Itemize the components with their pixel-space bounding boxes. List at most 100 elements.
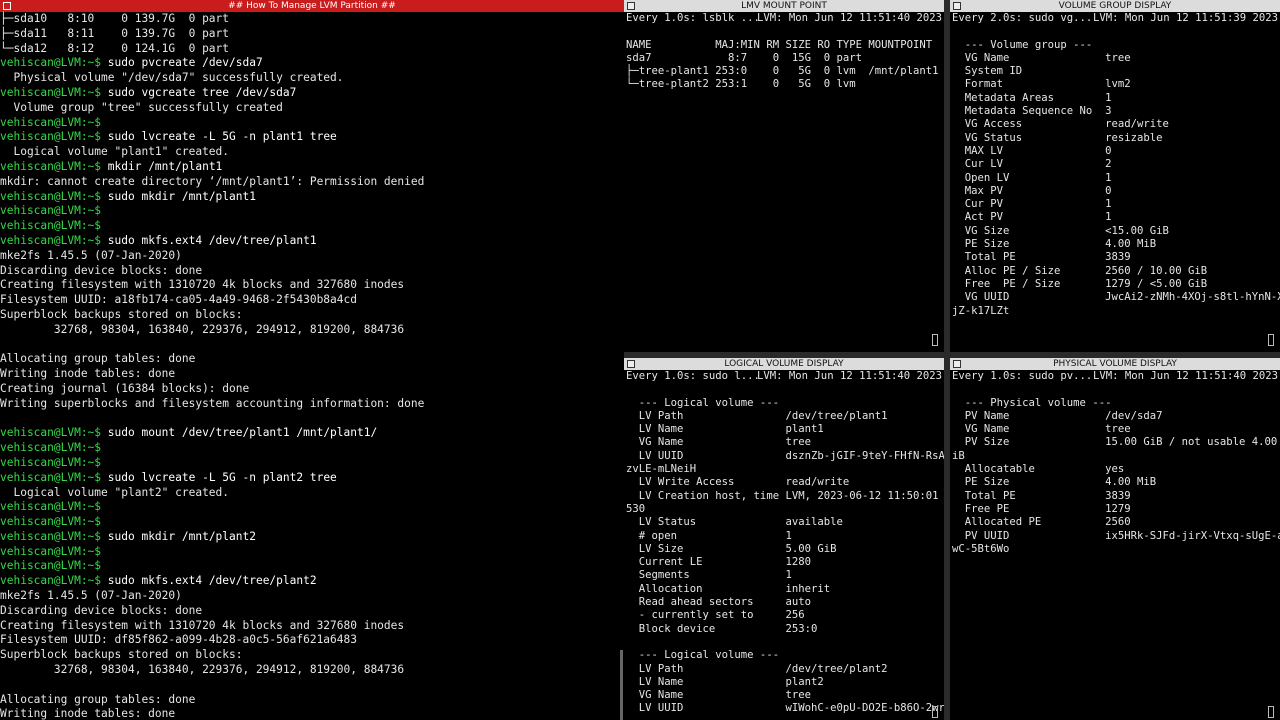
- pane-output-line: VG UUID JwcAi2-zNMh-4XOj-s8tl-hYnN-X6: [952, 291, 1280, 304]
- pane-output-line: --- Physical volume ---: [952, 396, 1112, 409]
- pane-output-line: wC-5Bt6Wo: [952, 542, 1010, 555]
- shell-prompt: vehiscan@LVM:~$: [0, 455, 102, 469]
- watch-command: Every 2.0s: sudo vg...: [952, 12, 1093, 24]
- pane-output-line: Cur PV 1: [952, 198, 1112, 211]
- lsblk-output: NAME MAJ:MIN RM SIZE RO TYPE MOUNTPOINT s…: [626, 25, 942, 91]
- shell-prompt: vehiscan@LVM:~$: [0, 426, 102, 440]
- scroll-indicator[interactable]: [932, 334, 938, 346]
- pane-output-line: --- Logical volume ---: [626, 649, 780, 662]
- command-text: mkdir /mnt/plant1: [101, 159, 223, 173]
- main-terminal-scrollbar[interactable]: [620, 650, 623, 720]
- logical-volume-pane[interactable]: LOGICAL VOLUME DISPLAY Every 1.0s: sudo …: [624, 358, 944, 720]
- terminal-output-line: Superblock backups stored on blocks:: [0, 307, 243, 321]
- pane-output-line: LV Path /dev/tree/plant2: [626, 662, 888, 675]
- mount-point-output[interactable]: Every 1.0s: lsblk ... LVM: Mon Jun 12 11:…: [626, 12, 942, 352]
- volume-group-output[interactable]: Every 2.0s: sudo vg... LVM: Mon Jun 12 11…: [952, 12, 1280, 352]
- pane-output-line: --- Volume group ---: [952, 38, 1093, 51]
- shell-prompt: vehiscan@LVM:~$: [0, 574, 102, 588]
- watch-host-time: LVM: Mon Jun 12 11:51:40 2023: [757, 370, 942, 382]
- volume-group-titlebar[interactable]: VOLUME GROUP DISPLAY: [950, 0, 1280, 12]
- main-terminal-output[interactable]: ├─sda10 8:10 0 139.7G 0 part ├─sda11 8:11…: [0, 12, 622, 720]
- pane-output-line: LV Size 5.00 GiB: [626, 542, 837, 555]
- terminal-output-line: Creating filesystem with 1310720 4k bloc…: [0, 278, 405, 292]
- command-text: sudo lvcreate -L 5G -n plant1 tree: [101, 130, 337, 144]
- terminal-output-line: 32768, 98304, 163840, 229376, 294912, 81…: [0, 663, 405, 677]
- pane-output-line: jZ-k17LZt: [952, 304, 1010, 317]
- pane-output-line: Metadata Sequence No 3: [952, 105, 1112, 118]
- terminal-output-line: 32768, 98304, 163840, 229376, 294912, 81…: [0, 322, 405, 336]
- pane-output-line: Total PE 3839: [952, 489, 1131, 502]
- terminal-command-line: vehiscan@LVM:~$ mkdir /mnt/plant1: [0, 160, 622, 175]
- terminal-command-line: vehiscan@LVM:~$ sudo mkfs.ext4 /dev/tree…: [0, 234, 622, 249]
- pane-output-line: LV Name plant2: [626, 675, 824, 688]
- shell-prompt: vehiscan@LVM:~$: [0, 500, 102, 514]
- pane-output-line: Allocated PE 2560: [952, 516, 1131, 529]
- pane-output-line: sda7 8:7 0 15G 0 part: [626, 51, 862, 64]
- terminal-command-line: vehiscan@LVM:~$: [0, 500, 622, 515]
- pane-output-line: LV Write Access read/write: [626, 476, 850, 489]
- watch-header: Every 2.0s: sudo vg... LVM: Mon Jun 12 11…: [952, 12, 1278, 25]
- mount-point-pane[interactable]: LMV MOUNT POINT Every 1.0s: lsblk ... LVM…: [624, 0, 944, 352]
- pane-output-line: --- Logical volume ---: [626, 396, 780, 409]
- pane-output-line: MAX LV 0: [952, 144, 1112, 157]
- pane-output-line: VG Name tree: [952, 423, 1131, 436]
- terminal-command-line: vehiscan@LVM:~$: [0, 545, 622, 560]
- pane-output-line: Current LE 1280: [626, 556, 811, 569]
- terminal-command-line: vehiscan@LVM:~$: [0, 219, 622, 234]
- terminal-output-line: Creating journal (16384 blocks): done: [0, 381, 250, 395]
- volume-group-pane[interactable]: VOLUME GROUP DISPLAY Every 2.0s: sudo vg…: [950, 0, 1280, 352]
- terminal-output-line: Volume group "tree" successfully created: [0, 100, 283, 114]
- terminal-output-line: mke2fs 1.45.5 (07-Jan-2020): [0, 589, 182, 603]
- terminal-command-line: vehiscan@LVM:~$: [0, 559, 622, 574]
- pane-output-line: LV Status available: [626, 516, 843, 529]
- shell-prompt: vehiscan@LVM:~$: [0, 515, 102, 529]
- shell-prompt: vehiscan@LVM:~$: [0, 56, 102, 70]
- logical-volume-output[interactable]: Every 1.0s: sudo l... LVM: Mon Jun 12 11:…: [626, 370, 944, 720]
- pane-output-line: PV UUID ix5HRk-SJFd-jirX-Vtxq-sUgE-a1: [952, 529, 1280, 542]
- mount-point-titlebar[interactable]: LMV MOUNT POINT: [624, 0, 944, 12]
- pane-output-line: [952, 25, 1278, 38]
- pane-output-line: LV Creation host, time LVM, 2023-06-12 1…: [626, 489, 944, 502]
- shell-prompt: vehiscan@LVM:~$: [0, 189, 102, 203]
- shell-prompt: vehiscan@LVM:~$: [0, 233, 102, 247]
- shell-prompt: vehiscan@LVM:~$: [0, 159, 102, 173]
- watch-command: Every 1.0s: sudo l...: [626, 370, 760, 382]
- watch-command: Every 1.0s: sudo pv...: [952, 370, 1093, 382]
- pane-output-line: Free PE / Size 1279 / <5.00 GiB: [952, 277, 1208, 290]
- main-terminal-titlebar[interactable]: ## How To Manage LVM Partition ##: [0, 0, 624, 12]
- shell-prompt: vehiscan@LVM:~$: [0, 115, 102, 129]
- pane-output-line: Act PV 1: [952, 211, 1112, 224]
- scroll-indicator[interactable]: [1268, 334, 1274, 346]
- pane-output-line: VG Name tree: [952, 51, 1131, 64]
- pane-output-line: PV Name /dev/sda7: [952, 409, 1163, 422]
- physical-volume-pane[interactable]: PHYSICAL VOLUME DISPLAY Every 1.0s: sudo…: [950, 358, 1280, 720]
- shell-prompt: vehiscan@LVM:~$: [0, 204, 102, 218]
- terminal-command-line: vehiscan@LVM:~$: [0, 515, 622, 530]
- terminal-output-line: Creating filesystem with 1310720 4k bloc…: [0, 618, 405, 632]
- terminal-window-icon: [627, 2, 635, 10]
- main-terminal-title: ## How To Manage LVM Partition ##: [228, 1, 396, 11]
- pane-output-line: Metadata Areas 1: [952, 91, 1112, 104]
- volume-group-title: VOLUME GROUP DISPLAY: [1058, 1, 1172, 11]
- shell-prompt: vehiscan@LVM:~$: [0, 544, 102, 558]
- physical-volume-output[interactable]: Every 1.0s: sudo pv... LVM: Mon Jun 12 11…: [952, 370, 1280, 720]
- mount-point-title: LMV MOUNT POINT: [741, 1, 827, 11]
- physical-volume-titlebar[interactable]: PHYSICAL VOLUME DISPLAY: [950, 358, 1280, 370]
- command-text: sudo mount /dev/tree/plant1 /mnt/plant1/: [101, 426, 378, 440]
- terminal-command-line: vehiscan@LVM:~$ sudo mount /dev/tree/pla…: [0, 426, 622, 441]
- pane-output-line: - currently set to 256: [626, 609, 805, 622]
- terminal-output-line: ├─sda11 8:11 0 139.7G 0 part: [0, 26, 230, 40]
- command-text: sudo mkdir /mnt/plant1: [101, 189, 256, 203]
- shell-prompt: vehiscan@LVM:~$: [0, 529, 102, 543]
- logical-volume-titlebar[interactable]: LOGICAL VOLUME DISPLAY: [624, 358, 944, 370]
- pane-output-line: ├─tree-plant1 253:0 0 5G 0 lvm /mnt/plan…: [626, 65, 939, 78]
- physical-volume-title: PHYSICAL VOLUME DISPLAY: [1053, 359, 1177, 369]
- pane-output-line: LV Name plant1: [626, 423, 824, 436]
- pane-output-line: [626, 383, 942, 396]
- main-terminal-pane[interactable]: ## How To Manage LVM Partition ## ├─sda1…: [0, 0, 624, 720]
- scroll-indicator[interactable]: [932, 706, 938, 718]
- scroll-indicator[interactable]: [1268, 706, 1274, 718]
- terminal-output-line: ├─sda10 8:10 0 139.7G 0 part: [0, 12, 230, 25]
- terminal-command-line: vehiscan@LVM:~$ sudo lvcreate -L 5G -n p…: [0, 471, 622, 486]
